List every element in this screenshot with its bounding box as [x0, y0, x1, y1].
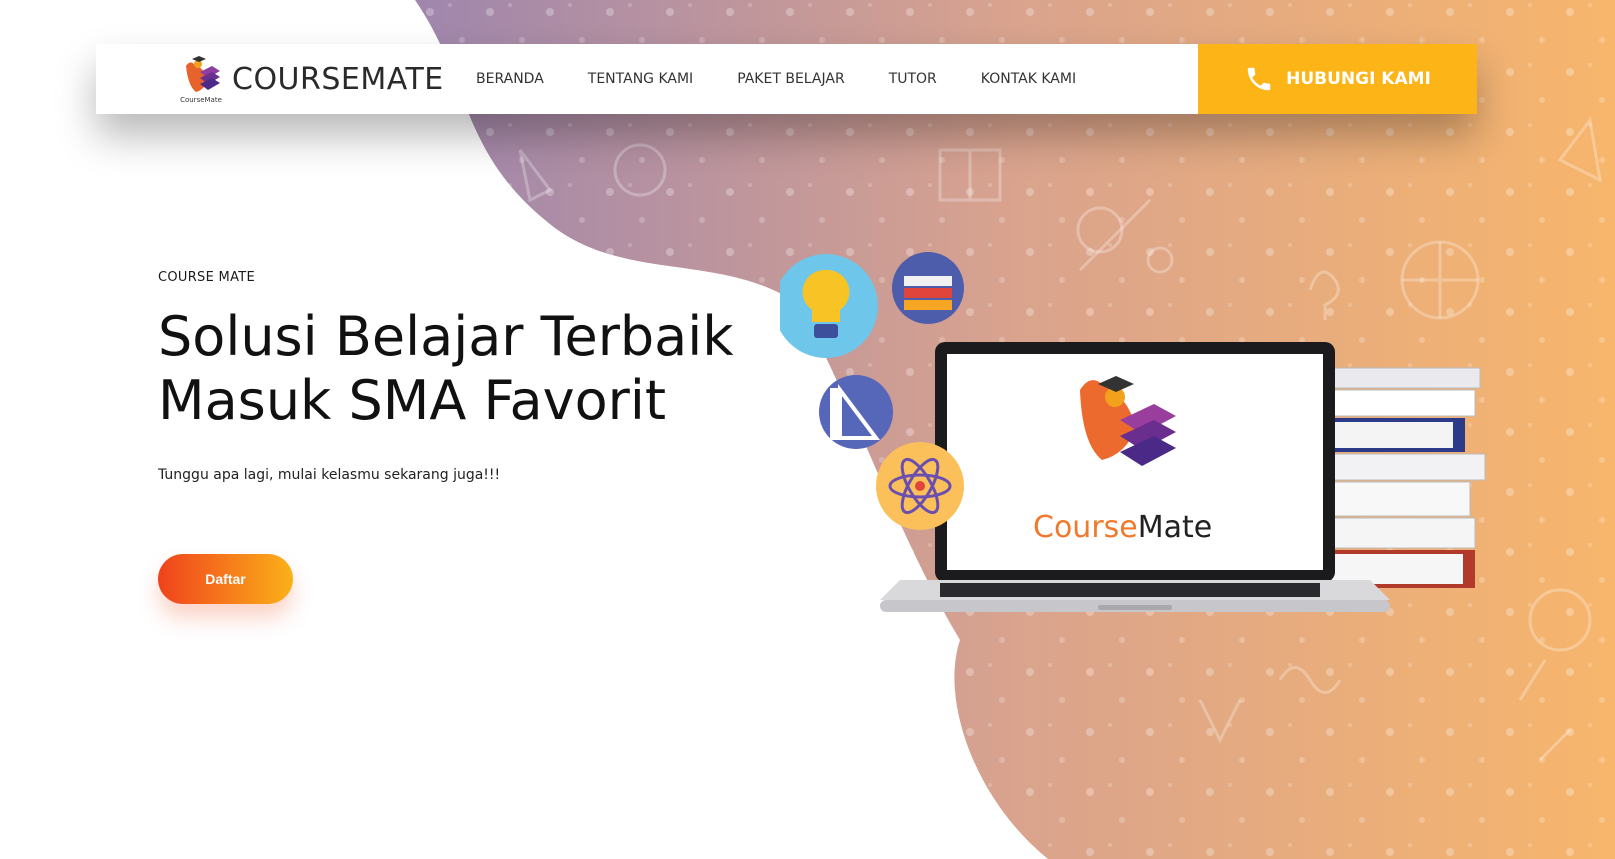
laptop-books-illustration [774, 252, 1486, 612]
nav-item-tentang-kami[interactable]: TENTANG KAMI [588, 71, 693, 87]
phone-icon [1247, 67, 1271, 91]
hero-headline: Solusi Belajar Terbaik Masuk SMA Favorit [158, 305, 758, 433]
nav-item-tutor[interactable]: TUTOR [889, 71, 937, 87]
books-icon [892, 252, 964, 324]
nav-item-kontak-kami[interactable]: KONTAK KAMI [981, 71, 1076, 87]
screen-brand-course: Course [1033, 510, 1138, 545]
hero-subtext: Tunggu apa lagi, mulai kelasmu sekarang … [158, 467, 501, 483]
lightbulb-icon [774, 254, 878, 358]
contact-us-button[interactable]: HUBUNGI KAMI [1198, 44, 1477, 114]
ruler-triangle-icon [819, 375, 893, 449]
screen-brand-text: CourseMate [1033, 510, 1212, 545]
brand[interactable]: CourseMate COURSEMATE [176, 54, 444, 104]
brand-logo-text: CourseMate [180, 96, 222, 104]
main-nav: BERANDA TENTANG KAMI PAKET BELAJAR TUTOR… [476, 44, 1120, 114]
nav-item-beranda[interactable]: BERANDA [476, 71, 544, 87]
hero-eyebrow: COURSE MATE [158, 270, 256, 285]
hero-headline-line1: Solusi Belajar Terbaik [158, 305, 734, 368]
hero-headline-line2: Masuk SMA Favorit [158, 369, 667, 432]
hero-illustration: CourseMate [774, 250, 1540, 650]
nav-item-paket-belajar[interactable]: PAKET BELAJAR [737, 71, 845, 87]
hero-section: COURSE MATE Solusi Belajar Terbaik Masuk… [158, 270, 758, 604]
brand-logo[interactable]: CourseMate [176, 54, 226, 104]
coursemate-logo-icon [186, 56, 220, 92]
daftar-button[interactable]: Daftar [158, 554, 293, 604]
screen-brand-mate: Mate [1137, 510, 1213, 545]
contact-us-label: HUBUNGI KAMI [1286, 69, 1431, 89]
navbar: CourseMate COURSEMATE BERANDA TENTANG KA… [96, 44, 1477, 114]
atom-icon [876, 442, 964, 530]
brand-name[interactable]: COURSEMATE [232, 62, 444, 97]
